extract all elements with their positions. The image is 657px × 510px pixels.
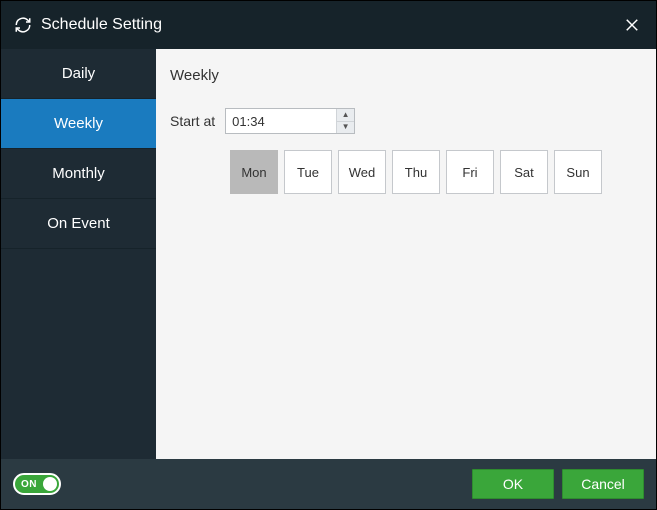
toggle-knob: [43, 477, 57, 491]
panel-title: Weekly: [170, 67, 642, 84]
title-bar: Schedule Setting: [1, 1, 656, 49]
sidebar-item-label: Monthly: [52, 165, 105, 182]
dialog-body: Daily Weekly Monthly On Event Weekly Sta…: [1, 49, 656, 459]
start-time-input[interactable]: 01:34 ▲ ▼: [225, 108, 355, 134]
day-button-sat[interactable]: Sat: [500, 150, 548, 194]
day-label: Wed: [349, 165, 376, 180]
day-label: Sat: [514, 165, 534, 180]
spinner-down-button[interactable]: ▼: [337, 122, 354, 134]
day-label: Mon: [241, 165, 266, 180]
sidebar-item-label: Daily: [62, 65, 95, 82]
toggle-label: ON: [21, 479, 37, 490]
sidebar-item-daily[interactable]: Daily: [1, 49, 156, 99]
day-label: Sun: [566, 165, 589, 180]
close-button[interactable]: [620, 13, 644, 37]
main-panel: Weekly Start at 01:34 ▲ ▼ Mon Tue: [156, 49, 656, 459]
spinner-up-button[interactable]: ▲: [337, 109, 354, 122]
day-label: Tue: [297, 165, 319, 180]
day-button-thu[interactable]: Thu: [392, 150, 440, 194]
dialog-footer: ON OK Cancel: [1, 459, 656, 509]
enable-toggle[interactable]: ON: [13, 473, 61, 495]
time-spinner: ▲ ▼: [336, 109, 354, 133]
day-button-tue[interactable]: Tue: [284, 150, 332, 194]
button-label: OK: [503, 476, 523, 492]
day-button-wed[interactable]: Wed: [338, 150, 386, 194]
day-button-mon[interactable]: Mon: [230, 150, 278, 194]
sync-icon: [13, 15, 33, 35]
sidebar-item-monthly[interactable]: Monthly: [1, 149, 156, 199]
schedule-setting-dialog: Schedule Setting Daily Weekly Monthly On…: [0, 0, 657, 510]
start-time-row: Start at 01:34 ▲ ▼: [170, 108, 642, 134]
button-label: Cancel: [581, 476, 625, 492]
sidebar-item-label: Weekly: [54, 115, 103, 132]
day-button-fri[interactable]: Fri: [446, 150, 494, 194]
sidebar-item-weekly[interactable]: Weekly: [1, 99, 156, 149]
start-at-label: Start at: [170, 113, 215, 129]
ok-button[interactable]: OK: [472, 469, 554, 499]
days-of-week: Mon Tue Wed Thu Fri Sat Sun: [230, 150, 642, 194]
sidebar-item-label: On Event: [47, 215, 110, 232]
day-label: Fri: [462, 165, 477, 180]
start-time-value[interactable]: 01:34: [226, 109, 336, 133]
day-label: Thu: [405, 165, 427, 180]
dialog-title: Schedule Setting: [41, 16, 162, 34]
sidebar-item-on-event[interactable]: On Event: [1, 199, 156, 249]
cancel-button[interactable]: Cancel: [562, 469, 644, 499]
day-button-sun[interactable]: Sun: [554, 150, 602, 194]
sidebar: Daily Weekly Monthly On Event: [1, 49, 156, 459]
